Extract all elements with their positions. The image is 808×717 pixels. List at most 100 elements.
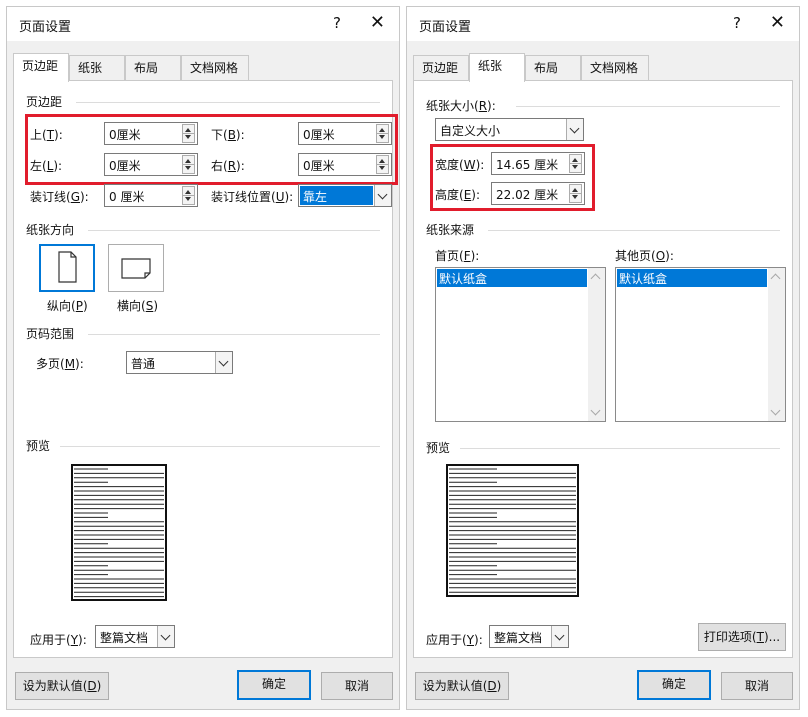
close-button[interactable]: ✕	[770, 12, 785, 33]
scrollbar[interactable]	[588, 268, 605, 421]
spin-arrows[interactable]	[569, 184, 582, 203]
spin-arrows[interactable]	[182, 155, 195, 174]
page-setup-dialog-paper: 页面设置 ? ✕ 页边距 纸张 布局 文档网格 纸张大小(R): 自定义大小 宽…	[406, 6, 800, 710]
right-margin-value[interactable]: 0厘米	[303, 157, 335, 174]
spin-up-icon[interactable]	[185, 128, 191, 132]
scroll-down-icon[interactable]	[590, 405, 601, 416]
tab-paper[interactable]: 纸张	[469, 53, 525, 82]
multiple-pages-value[interactable]: 普通	[131, 355, 155, 372]
scrollbar[interactable]	[768, 268, 785, 421]
ok-button[interactable]: 确定	[637, 670, 711, 700]
height-value[interactable]: 22.02 厘米	[496, 186, 558, 203]
landscape-button[interactable]	[108, 244, 164, 292]
tab-margins[interactable]: 页边距	[413, 55, 469, 81]
spin-arrows[interactable]	[182, 186, 195, 205]
spin-down-icon[interactable]	[185, 135, 191, 139]
chevron-down-icon[interactable]	[566, 119, 583, 140]
spin-arrows[interactable]	[376, 155, 389, 174]
spin-down-icon[interactable]	[379, 135, 385, 139]
preview-group-label: 预览	[426, 441, 451, 455]
spin-arrows[interactable]	[376, 124, 389, 143]
top-margin-value[interactable]: 0厘米	[109, 126, 141, 143]
right-margin-label: 右(R):	[211, 159, 245, 173]
group-divider	[460, 448, 780, 449]
tab-paper[interactable]: 纸张	[69, 55, 125, 81]
top-margin-spinner[interactable]: 0厘米	[104, 122, 198, 145]
portrait-button[interactable]	[39, 244, 95, 292]
tab-margins[interactable]: 页边距	[13, 53, 69, 82]
multiple-pages-select[interactable]: 普通	[126, 351, 233, 374]
gutter-value[interactable]: 0 厘米	[109, 188, 144, 205]
spin-down-icon[interactable]	[185, 197, 191, 201]
landscape-label[interactable]: 横向(S)	[117, 297, 158, 314]
portrait-label[interactable]: 纵向(P)	[47, 297, 88, 314]
paper-size-value[interactable]: 自定义大小	[440, 122, 500, 139]
spin-up-icon[interactable]	[379, 159, 385, 163]
bottom-margin-value[interactable]: 0厘米	[303, 126, 335, 143]
scroll-down-icon[interactable]	[770, 405, 781, 416]
tab-document-grid[interactable]: 文档网格	[181, 55, 249, 81]
chevron-down-icon[interactable]	[551, 626, 568, 647]
chevron-down-icon[interactable]	[215, 352, 232, 373]
scroll-up-icon[interactable]	[770, 273, 781, 284]
gutter-position-label: 装订线位置(U):	[211, 190, 294, 204]
apply-to-select[interactable]: 整篇文档	[95, 625, 175, 648]
left-margin-value[interactable]: 0厘米	[109, 157, 141, 174]
apply-to-value[interactable]: 整篇文档	[494, 629, 542, 646]
spin-up-icon[interactable]	[185, 159, 191, 163]
height-spinner[interactable]: 22.02 厘米	[491, 182, 585, 205]
tab-layout[interactable]: 布局	[125, 55, 181, 81]
print-options-button[interactable]: 打印选项(T)...	[698, 623, 786, 651]
scroll-up-icon[interactable]	[590, 273, 601, 284]
set-default-button[interactable]: 设为默认值(D)	[15, 672, 109, 700]
close-button[interactable]: ✕	[370, 12, 385, 33]
tab-layout[interactable]: 布局	[525, 55, 581, 81]
other-pages-listbox[interactable]: 默认纸盒	[615, 267, 786, 422]
apply-to-value[interactable]: 整篇文档	[100, 629, 148, 646]
left-margin-label: 左(L):	[30, 159, 63, 173]
spin-up-icon[interactable]	[379, 128, 385, 132]
left-margin-spinner[interactable]: 0厘米	[104, 153, 198, 176]
help-button[interactable]: ?	[733, 14, 741, 32]
first-page-listbox[interactable]: 默认纸盒	[435, 267, 606, 422]
pages-group-label: 页码范围	[26, 327, 75, 341]
group-divider	[516, 106, 780, 107]
apply-to-select[interactable]: 整篇文档	[489, 625, 569, 648]
spin-up-icon[interactable]	[572, 188, 578, 192]
bottom-margin-spinner[interactable]: 0厘米	[298, 122, 392, 145]
list-item[interactable]: 默认纸盒	[617, 269, 767, 287]
spin-down-icon[interactable]	[185, 166, 191, 170]
list-item[interactable]: 默认纸盒	[437, 269, 587, 287]
spin-arrows[interactable]	[182, 124, 195, 143]
gutter-position-value[interactable]: 靠左	[300, 186, 373, 205]
multiple-pages-label: 多页(M):	[36, 357, 84, 371]
spin-down-icon[interactable]	[572, 165, 578, 169]
width-value[interactable]: 14.65 厘米	[496, 156, 558, 173]
chevron-down-icon[interactable]	[157, 626, 174, 647]
paper-size-select[interactable]: 自定义大小	[435, 118, 584, 141]
gutter-spinner[interactable]: 0 厘米	[104, 184, 198, 207]
gutter-position-select[interactable]: 靠左	[298, 184, 392, 207]
chevron-down-icon[interactable]	[374, 185, 391, 206]
page-preview	[446, 464, 579, 597]
first-page-label: 首页(F):	[435, 249, 480, 263]
title-bar: 页面设置 ? ✕	[7, 7, 399, 41]
apply-to-label: 应用于(Y):	[30, 633, 87, 647]
spin-down-icon[interactable]	[379, 166, 385, 170]
spin-down-icon[interactable]	[572, 195, 578, 199]
right-margin-spinner[interactable]: 0厘米	[298, 153, 392, 176]
set-default-button[interactable]: 设为默认值(D)	[415, 672, 509, 700]
cancel-button[interactable]: 取消	[321, 672, 393, 700]
tab-document-grid[interactable]: 文档网格	[581, 55, 649, 81]
spin-up-icon[interactable]	[572, 158, 578, 162]
spin-up-icon[interactable]	[185, 190, 191, 194]
cancel-button[interactable]: 取消	[721, 672, 793, 700]
preview-group-label: 预览	[26, 439, 51, 453]
orientation-group-label: 纸张方向	[26, 223, 75, 237]
width-spinner[interactable]: 14.65 厘米	[491, 152, 585, 175]
gutter-label: 装订线(G):	[30, 190, 89, 204]
page-preview	[71, 464, 167, 601]
help-button[interactable]: ?	[333, 14, 341, 32]
spin-arrows[interactable]	[569, 154, 582, 173]
ok-button[interactable]: 确定	[237, 670, 311, 700]
